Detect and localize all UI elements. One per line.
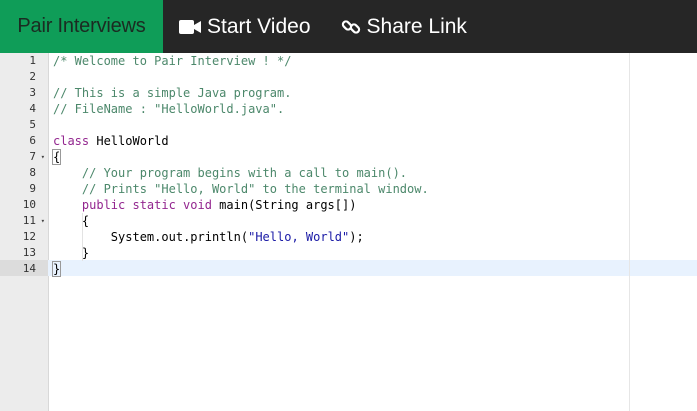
code-token: }: [53, 246, 90, 260]
line-number-text: 10: [22, 198, 36, 211]
link-icon: [341, 17, 361, 37]
code-token: .println(: [183, 230, 249, 244]
code-token: HelloWorld: [89, 134, 169, 148]
code-token: out: [161, 230, 184, 244]
code-line[interactable]: System.out.println("Hello, World");: [53, 229, 697, 245]
code-token: // Prints "Hello, World" to the terminal…: [81, 182, 429, 196]
code-token: }: [51, 261, 62, 277]
code-token: /* Welcome to Pair Interview ! */: [53, 54, 292, 68]
line-number-text: 3: [29, 86, 36, 99]
line-number-text: 7: [29, 150, 36, 163]
code-token: class: [53, 134, 90, 148]
code-line[interactable]: }: [53, 245, 697, 261]
line-number-text: 1: [29, 54, 36, 67]
line-number: 10: [0, 197, 48, 213]
code-token: public static void: [81, 198, 212, 212]
code-token: System.: [53, 230, 162, 244]
code-line[interactable]: {: [53, 213, 697, 229]
code-line[interactable]: // Prints "Hello, World" to the terminal…: [53, 181, 697, 197]
line-number: 6: [0, 133, 48, 149]
code-token: {: [53, 214, 90, 228]
code-token: {: [51, 149, 62, 165]
line-number: 7 ▾: [0, 149, 48, 165]
text-cursor: [60, 261, 62, 275]
line-number: 2: [0, 69, 48, 85]
line-number: 11 ▾: [0, 213, 48, 229]
code-line[interactable]: }: [51, 261, 697, 277]
code-token: // Your program begins with a call to ma…: [81, 166, 408, 180]
code-line[interactable]: // This is a simple Java program.: [53, 85, 697, 101]
line-number: 8: [0, 165, 48, 181]
code-line[interactable]: // Your program begins with a call to ma…: [53, 165, 697, 181]
line-number-text: 5: [29, 118, 36, 131]
line-number: 13: [0, 245, 48, 261]
line-number: 5: [0, 117, 48, 133]
code-token: main(String args[]): [211, 198, 357, 212]
code-line[interactable]: {: [51, 149, 697, 165]
start-video-label: Start Video: [207, 14, 311, 38]
share-link-label: Share Link: [366, 14, 467, 38]
line-number: 1: [0, 53, 48, 69]
line-number-text: 12: [22, 230, 36, 243]
top-nav-bar: Pair Interviews Start Video Share Link: [0, 0, 697, 53]
code-line[interactable]: class HelloWorld: [53, 133, 697, 149]
line-number-text: 9: [29, 182, 36, 195]
code-content[interactable]: /* Welcome to Pair Interview ! */ // This…: [51, 53, 697, 277]
line-number-text: 2: [29, 70, 36, 83]
line-number-text: 6: [29, 134, 36, 147]
code-line[interactable]: [53, 69, 697, 85]
brand-title[interactable]: Pair Interviews: [0, 0, 163, 53]
code-token: // FileName : "HelloWorld.java".: [53, 102, 285, 116]
code-editor[interactable]: 1 2 3 4 5 6 7 ▾ 8 9 10 11 ▾ 12 13 14 /* Welcome to Pair…: [0, 53, 697, 411]
line-number-text: 4: [29, 102, 36, 115]
start-video-button[interactable]: Start Video: [163, 0, 311, 53]
code-token: // This is a simple Java program.: [53, 86, 292, 100]
line-number-text: 11: [22, 214, 36, 227]
code-line[interactable]: /* Welcome to Pair Interview ! */: [53, 53, 697, 69]
code-token: "Hello, World": [248, 230, 350, 244]
share-link-button[interactable]: Share Link: [311, 0, 467, 53]
fold-toggle-icon[interactable]: ▾: [41, 149, 45, 165]
line-number: 14: [0, 261, 48, 277]
fold-toggle-icon[interactable]: ▾: [41, 213, 45, 229]
line-number: 9: [0, 181, 48, 197]
video-camera-icon: [179, 19, 201, 35]
code-line[interactable]: // FileName : "HelloWorld.java".: [53, 101, 697, 117]
code-line[interactable]: [53, 117, 697, 133]
line-number: 3: [0, 85, 48, 101]
line-number-text: 8: [29, 166, 36, 179]
code-line[interactable]: public static void main(String args[]): [53, 197, 697, 213]
line-number: 12: [0, 229, 48, 245]
line-number-text: 14: [22, 262, 36, 275]
line-numbers: 1 2 3 4 5 6 7 ▾ 8 9 10 11 ▾ 12 13 14: [0, 53, 48, 277]
code-token: );: [349, 230, 364, 244]
line-number-text: 13: [22, 246, 36, 259]
line-number: 4: [0, 101, 48, 117]
